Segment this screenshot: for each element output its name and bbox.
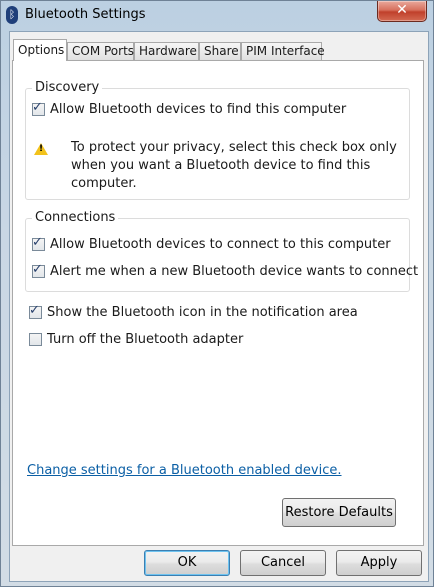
allow-find-label: Allow Bluetooth devices to find this com…: [50, 102, 347, 117]
turn-off-adapter-checkbox[interactable]: [29, 333, 42, 346]
show-icon-label: Show the Bluetooth icon in the notificat…: [47, 305, 358, 320]
alert-connect-checkbox[interactable]: ✓: [32, 262, 45, 278]
warning-line-1: To protect your privacy, select this che…: [71, 140, 397, 155]
tab-com-ports[interactable]: COM Ports: [67, 42, 134, 60]
close-button[interactable]: ✕: [377, 1, 427, 22]
tab-pim-interface[interactable]: PIM Interface: [241, 42, 325, 60]
check-icon: ✓: [32, 262, 43, 277]
allow-connect-checkbox-row[interactable]: ✓ Allow Bluetooth devices to connect to …: [32, 235, 391, 252]
warning-line-2: when you want a Bluetooth device to find…: [71, 158, 371, 173]
dialog-client-area: Options COM Ports Hardware Share PIM Int…: [9, 31, 429, 582]
connections-group: Connections ✓ Allow Bluetooth devices to…: [25, 210, 418, 292]
warning-exclamation: !: [39, 144, 44, 154]
allow-find-checkbox-row[interactable]: ✓ Allow Bluetooth devices to find this c…: [32, 100, 347, 117]
allow-connect-checkbox[interactable]: ✓: [32, 235, 45, 251]
close-icon: ✕: [396, 2, 408, 18]
bluetooth-icon: ᛒ: [6, 6, 18, 24]
apply-button[interactable]: Apply: [336, 550, 422, 576]
allow-find-checkbox[interactable]: ✓: [32, 100, 45, 116]
warning-line-3: computer.: [71, 176, 137, 191]
check-icon: ✓: [32, 235, 43, 250]
bluetooth-settings-window: ᛒ Bluetooth Settings ✕ Options COM Ports…: [0, 0, 434, 587]
ok-button[interactable]: OK: [144, 550, 230, 576]
cancel-button[interactable]: Cancel: [240, 550, 326, 576]
turn-off-adapter-checkbox-row[interactable]: Turn off the Bluetooth adapter: [29, 332, 243, 347]
alert-connect-label: Alert me when a new Bluetooth device wan…: [50, 264, 419, 279]
check-icon: ✓: [29, 303, 40, 318]
change-settings-link[interactable]: Change settings for a Bluetooth enabled …: [27, 463, 342, 478]
tab-hardware[interactable]: Hardware: [134, 42, 199, 60]
connections-heading: Connections: [32, 210, 119, 225]
options-tab-panel: Discovery ✓ Allow Bluetooth devices to f…: [12, 60, 424, 546]
title-bar[interactable]: ᛒ Bluetooth Settings ✕: [1, 1, 433, 29]
turn-off-adapter-label: Turn off the Bluetooth adapter: [47, 332, 244, 347]
discovery-heading: Discovery: [32, 80, 103, 95]
show-icon-checkbox-row[interactable]: ✓ Show the Bluetooth icon in the notific…: [29, 303, 358, 320]
show-icon-checkbox[interactable]: ✓: [29, 303, 42, 319]
allow-connect-label: Allow Bluetooth devices to connect to th…: [50, 237, 391, 252]
tab-options[interactable]: Options: [13, 39, 67, 61]
privacy-warning-text: To protect your privacy, select this che…: [71, 139, 397, 193]
window-title: Bluetooth Settings: [25, 7, 146, 22]
discovery-group: Discovery ✓ Allow Bluetooth devices to f…: [25, 80, 410, 200]
check-icon: ✓: [32, 100, 43, 115]
restore-defaults-button[interactable]: Restore Defaults: [282, 498, 396, 527]
alert-connect-checkbox-row[interactable]: ✓ Alert me when a new Bluetooth device w…: [32, 262, 419, 279]
tab-share[interactable]: Share: [199, 42, 241, 60]
